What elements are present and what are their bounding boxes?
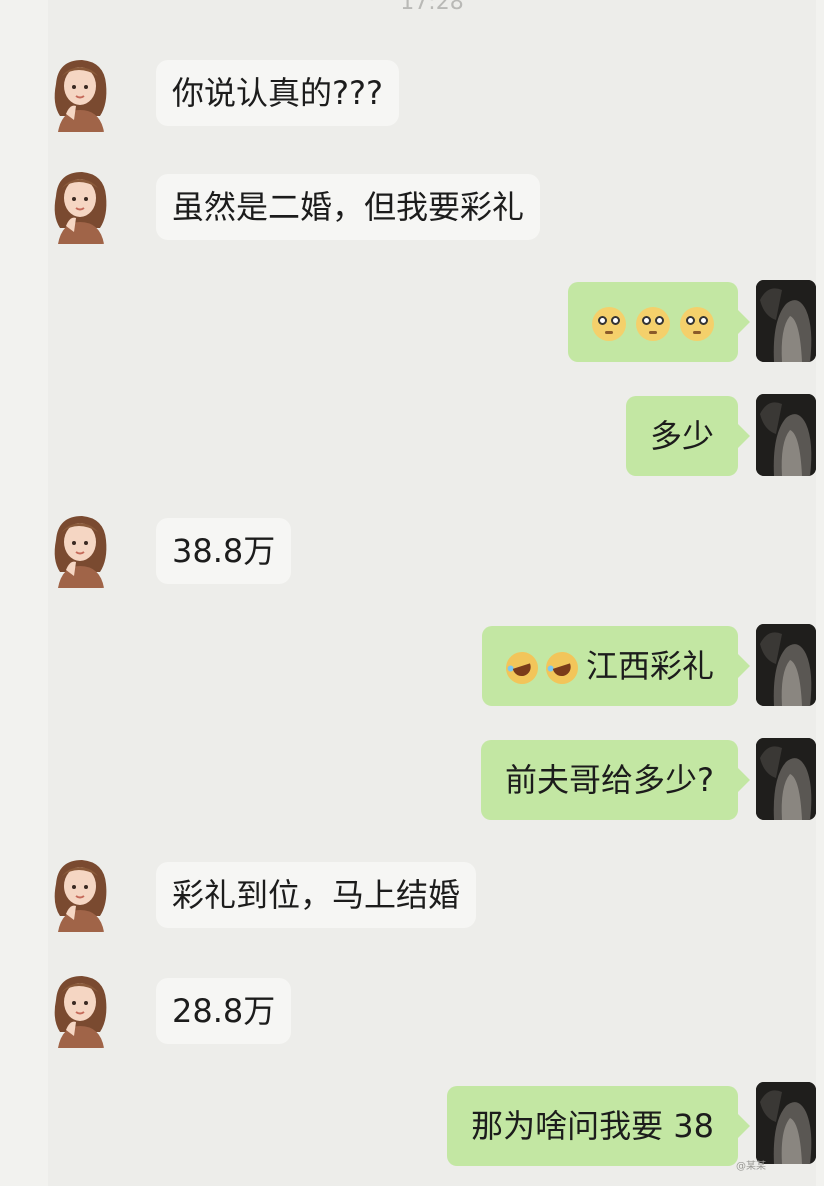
eyes-emoji-icon bbox=[592, 307, 626, 341]
eyes-emoji-icon bbox=[636, 307, 670, 341]
message-timestamp: 17:28 bbox=[400, 0, 464, 15]
message-row: 28.8万 bbox=[48, 968, 816, 1050]
contact-avatar[interactable] bbox=[48, 54, 110, 132]
message-row: 38.8万 bbox=[48, 508, 816, 590]
message-bubble-received[interactable]: 你说认真的??? bbox=[156, 60, 399, 126]
message-row: 你说认真的??? bbox=[48, 52, 816, 134]
message-bubble-sent[interactable]: 那为啥问我要 38 bbox=[447, 1086, 750, 1166]
message-row: 虽然是二婚，但我要彩礼 bbox=[48, 164, 816, 246]
user-avatar[interactable] bbox=[756, 1082, 816, 1164]
message-row: 多少 bbox=[48, 394, 816, 478]
message-bubble-sent[interactable]: 前夫哥给多少? bbox=[481, 740, 750, 820]
user-avatar[interactable] bbox=[756, 624, 816, 706]
message-row: 江西彩礼 bbox=[48, 624, 816, 708]
contact-avatar[interactable] bbox=[48, 854, 110, 932]
watermark: @某某 bbox=[736, 1161, 766, 1172]
message-row bbox=[48, 280, 816, 364]
user-avatar[interactable] bbox=[756, 738, 816, 820]
message-bubble-received[interactable]: 虽然是二婚，但我要彩礼 bbox=[156, 174, 541, 240]
message-bubble-sent[interactable] bbox=[568, 282, 750, 362]
user-avatar[interactable] bbox=[756, 280, 816, 362]
message-bubble-sent[interactable]: 多少 bbox=[625, 396, 751, 476]
message-bubble-received[interactable]: 彩礼到位，马上结婚 bbox=[156, 862, 477, 928]
eyes-emoji-icon bbox=[680, 307, 714, 341]
message-bubble-received[interactable]: 38.8万 bbox=[156, 518, 292, 584]
laugh-cry-emoji-icon bbox=[541, 647, 583, 689]
message-bubble-received[interactable]: 28.8万 bbox=[156, 978, 292, 1044]
message-bubble-sent[interactable]: 江西彩礼 bbox=[481, 626, 751, 706]
laugh-cry-emoji-icon bbox=[501, 647, 543, 689]
message-text: 江西彩礼 bbox=[585, 647, 714, 685]
user-avatar[interactable] bbox=[756, 394, 816, 476]
chat-screen: 17:28 你说认真的??? 虽然是二婚，但我要彩礼 多少 38.8万 江西彩礼… bbox=[48, 0, 816, 1186]
message-row: 彩礼到位，马上结婚 bbox=[48, 852, 816, 934]
message-row: 前夫哥给多少? bbox=[48, 738, 816, 822]
contact-avatar[interactable] bbox=[48, 970, 110, 1048]
message-row: 那为啥问我要 38 bbox=[48, 1082, 816, 1166]
contact-avatar[interactable] bbox=[48, 510, 110, 588]
contact-avatar[interactable] bbox=[48, 166, 110, 244]
